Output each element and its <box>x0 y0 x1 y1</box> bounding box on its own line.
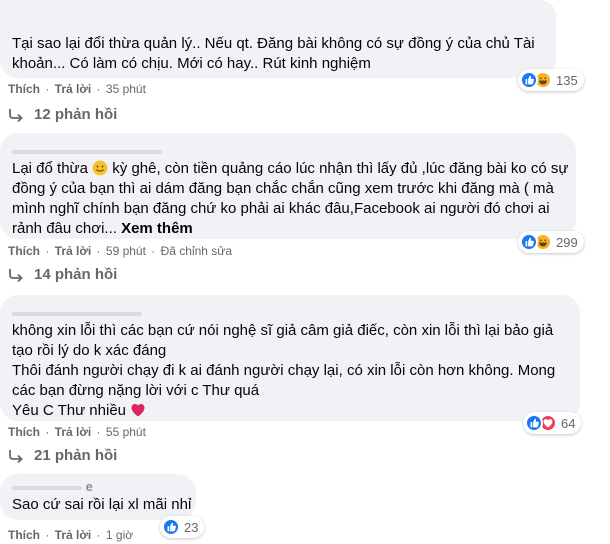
comment-text-line: tạo rồi lý do k xác đáng <box>12 342 167 359</box>
reply-button[interactable]: Trả lời <box>55 244 92 258</box>
view-replies-button[interactable]: 14 phản hồi <box>8 266 117 283</box>
replies-count-label: 21 phản hồi <box>34 447 118 464</box>
reaction-summary[interactable]: 299 <box>518 231 584 253</box>
timestamp[interactable]: 1 giờ <box>106 528 133 542</box>
reply-arrow-icon <box>9 108 23 122</box>
like-reaction-icon <box>525 414 543 432</box>
comment-text-line: rảnh đâu chơi... Xem thêm <box>12 220 193 237</box>
comment-text-line: các bạn đừng nặng lời với c Thư quá <box>12 382 260 399</box>
smile-emoji-icon <box>92 160 108 176</box>
reaction-summary[interactable]: 135 <box>518 69 584 91</box>
reaction-summary[interactable]: 64 <box>523 412 582 434</box>
reaction-count: 23 <box>184 519 199 535</box>
see-more-link[interactable]: Xem thêm <box>121 220 193 237</box>
timestamp[interactable]: 59 phút <box>106 244 146 258</box>
red-heart-icon <box>131 404 145 417</box>
timestamp[interactable]: 35 phút <box>106 82 146 96</box>
edited-label: Đã chỉnh sửa <box>160 244 233 258</box>
comment-author[interactable]: e <box>12 479 184 495</box>
comment-bubble-1: Tại sao lại đổi thừa quản lý.. Nếu qt. Đ… <box>0 0 556 78</box>
like-reaction-icon <box>520 233 538 251</box>
replies-count-label: 12 phản hồi <box>34 106 118 123</box>
comment-text-line: đồng ý của bạn thì ai dám đăng bạn chắc … <box>12 180 554 197</box>
comment-actions: Thích · Trả lời · 59 phút · Đã chỉnh sửa <box>8 244 233 258</box>
comment-text-line: Tại sao lại đổi thừa quản lý.. Nếu qt. Đ… <box>12 35 535 52</box>
reaction-count: 135 <box>556 72 578 88</box>
blurred-author-name <box>12 485 82 490</box>
comment-actions: Thích · Trả lời · 35 phút <box>8 82 146 96</box>
comment-text-line: mình nghĩ chính bạn đăng chứ ko phải ai … <box>12 200 550 217</box>
reaction-count: 64 <box>561 415 576 431</box>
like-button[interactable]: Thích <box>8 244 40 258</box>
reply-arrow-icon <box>9 268 23 282</box>
comment-actions: Thích · Trả lời · 55 phút <box>8 425 146 439</box>
comment-author[interactable] <box>12 303 568 321</box>
blurred-author-name <box>12 149 162 154</box>
blurred-author-name <box>12 311 142 316</box>
comment-text-line: Lại đổ thừa kỳ ghê, còn tiền quảng cáo l… <box>12 160 569 177</box>
comment-bubble-3: không xin lỗi thì các bạn cứ nói nghệ sĩ… <box>0 295 580 421</box>
like-button[interactable]: Thích <box>8 425 40 439</box>
comment-text-line: không xin lỗi thì các bạn cứ nói nghệ sĩ… <box>12 322 554 339</box>
view-replies-button[interactable]: 21 phản hồi <box>8 447 117 464</box>
comment-text-line: khoản... Có làm có chịu. Mới có hay.. Rú… <box>12 55 371 72</box>
view-replies-button[interactable]: 12 phản hồi <box>8 106 117 123</box>
reply-button[interactable]: Trả lời <box>55 528 92 542</box>
comment-bubble-4: e Sao cứ sai rồi lại xl mãi nhỉ <box>0 474 196 520</box>
like-reaction-icon <box>520 71 538 89</box>
reaction-summary[interactable]: 23 <box>160 516 205 538</box>
replies-count-label: 14 phản hồi <box>34 266 118 283</box>
reply-button[interactable]: Trả lời <box>55 425 92 439</box>
like-button[interactable]: Thích <box>8 528 40 542</box>
reply-arrow-icon <box>9 449 23 463</box>
comment-text-line: Sao cứ sai rồi lại xl mãi nhỉ <box>12 496 192 513</box>
comment-text-line: Yêu C Thư nhiều <box>12 401 568 421</box>
like-button[interactable]: Thích <box>8 82 40 96</box>
timestamp[interactable]: 55 phút <box>106 425 146 439</box>
reply-button[interactable]: Trả lời <box>55 82 92 96</box>
like-reaction-icon <box>162 518 180 536</box>
comment-actions: Thích · Trả lời · 1 giờ <box>8 528 134 542</box>
comment-bubble-2: Lại đổ thừa kỳ ghê, còn tiền quảng cáo l… <box>0 133 576 239</box>
comment-author[interactable] <box>12 141 564 159</box>
reaction-count: 299 <box>556 234 578 250</box>
comment-text-line: Thôi đánh người chạy đi k ai đánh người … <box>12 362 556 379</box>
